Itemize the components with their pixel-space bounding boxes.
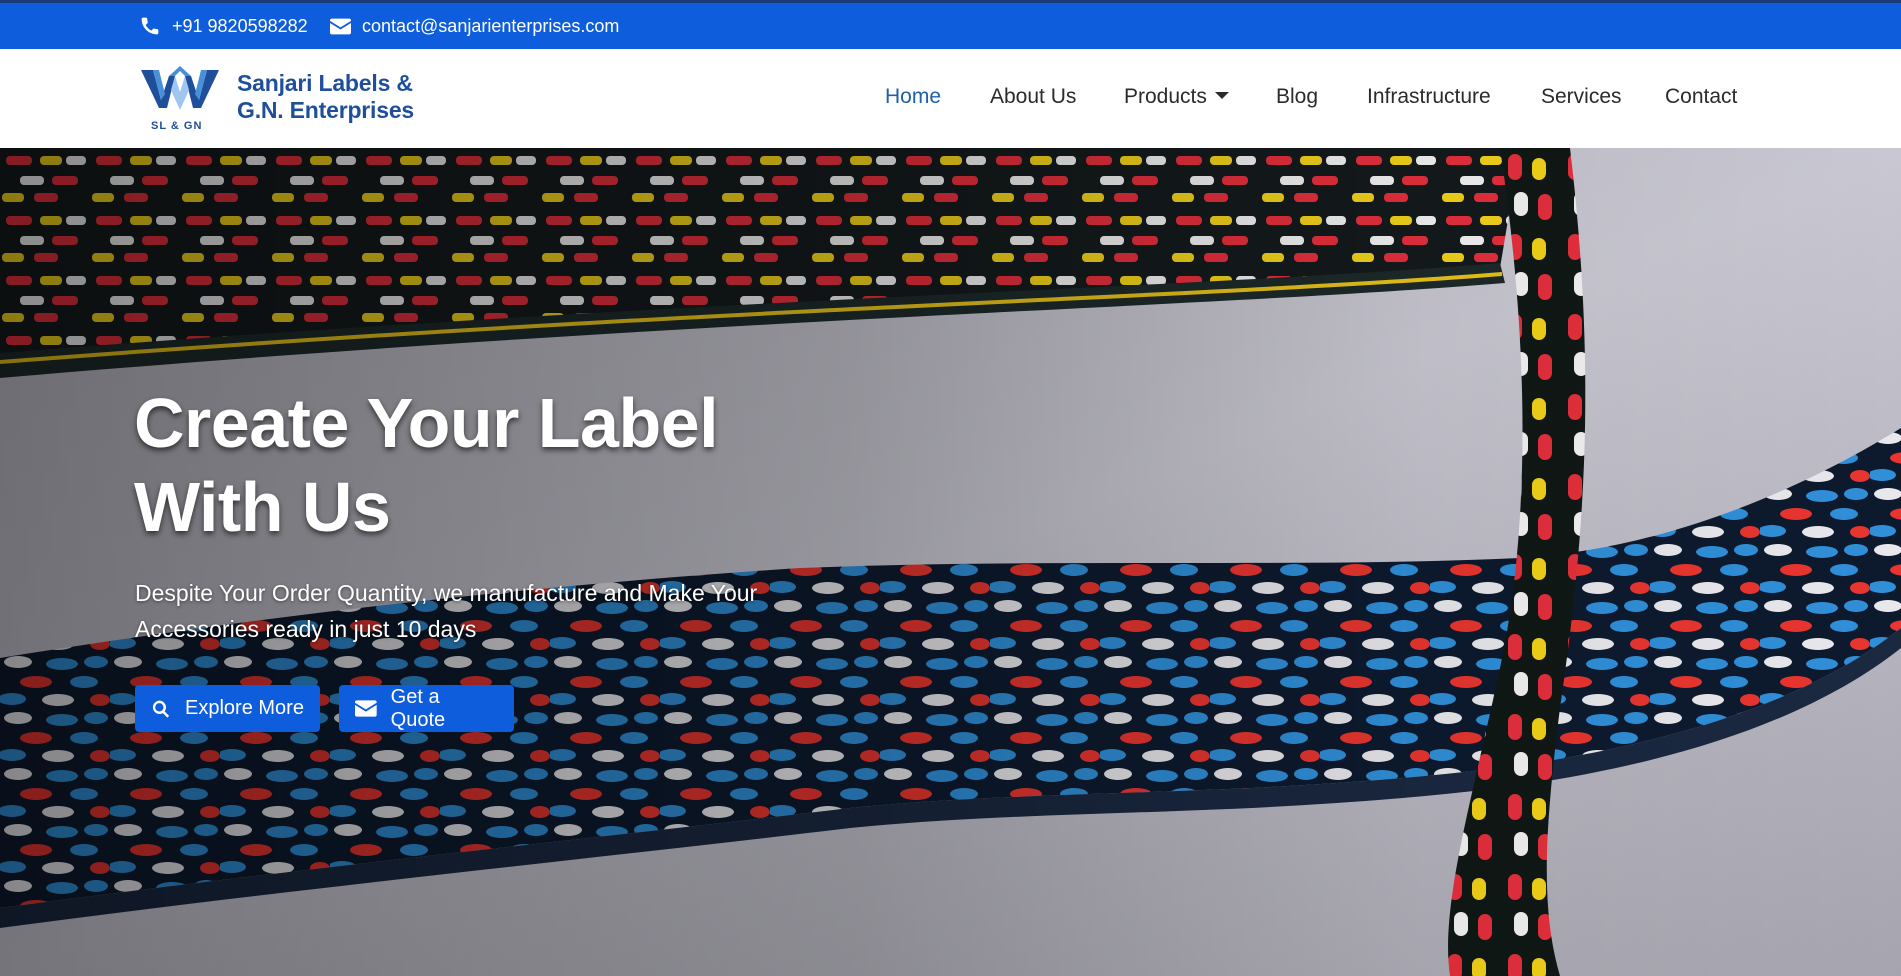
- hero-banner: [0, 148, 1901, 976]
- hero-title-line2: With Us: [134, 468, 391, 546]
- search-icon: [152, 700, 170, 718]
- hero-overlay: [0, 148, 1901, 976]
- hero-subtitle: Despite Your Order Quantity, we manufact…: [135, 580, 758, 642]
- envelope-icon: [355, 700, 377, 717]
- brand-name-line1: Sanjari Labels &: [237, 70, 413, 96]
- brand-logo[interactable]: SL & GN: [139, 64, 221, 136]
- explore-more-label: Explore More: [185, 697, 304, 719]
- logo-text: SL & GN: [151, 120, 203, 132]
- caret-down-icon: [1214, 91, 1229, 99]
- envelope-icon: [329, 15, 351, 37]
- nav-products-label: Products: [1124, 85, 1207, 108]
- nav-infrastructure[interactable]: Infrastructure: [1367, 85, 1491, 113]
- nav-blog[interactable]: Blog: [1276, 85, 1318, 113]
- hero-title-line1: Create Your Label: [134, 384, 719, 462]
- nav-contact[interactable]: Contact: [1665, 85, 1737, 113]
- nav-home[interactable]: Home: [885, 85, 941, 113]
- phone-icon: [139, 15, 161, 37]
- topbar-phone-text: +91 9820598282: [172, 15, 308, 36]
- get-a-quote-label: Get a Quote: [390, 685, 446, 731]
- brand-name-line2: G.N. Enterprises: [237, 97, 415, 123]
- nav-about-us[interactable]: About Us: [990, 85, 1076, 113]
- get-a-quote-button[interactable]: Get a Quote: [339, 685, 514, 732]
- top-contact-bar: +91 9820598282 contact@sanjarienterprise…: [0, 0, 1901, 49]
- brand-name[interactable]: Sanjari Labels & G.N. Enterprises: [237, 70, 414, 124]
- topbar-phone[interactable]: +91 9820598282: [139, 3, 308, 49]
- nav-services[interactable]: Services: [1541, 85, 1622, 113]
- hero-title: Create Your Label With Us: [134, 381, 719, 549]
- topbar-email-text: contact@sanjarienterprises.com: [362, 15, 620, 36]
- nav-products[interactable]: Products: [1124, 85, 1229, 113]
- topbar-email[interactable]: contact@sanjarienterprises.com: [329, 3, 619, 49]
- explore-more-button[interactable]: Explore More: [135, 685, 320, 732]
